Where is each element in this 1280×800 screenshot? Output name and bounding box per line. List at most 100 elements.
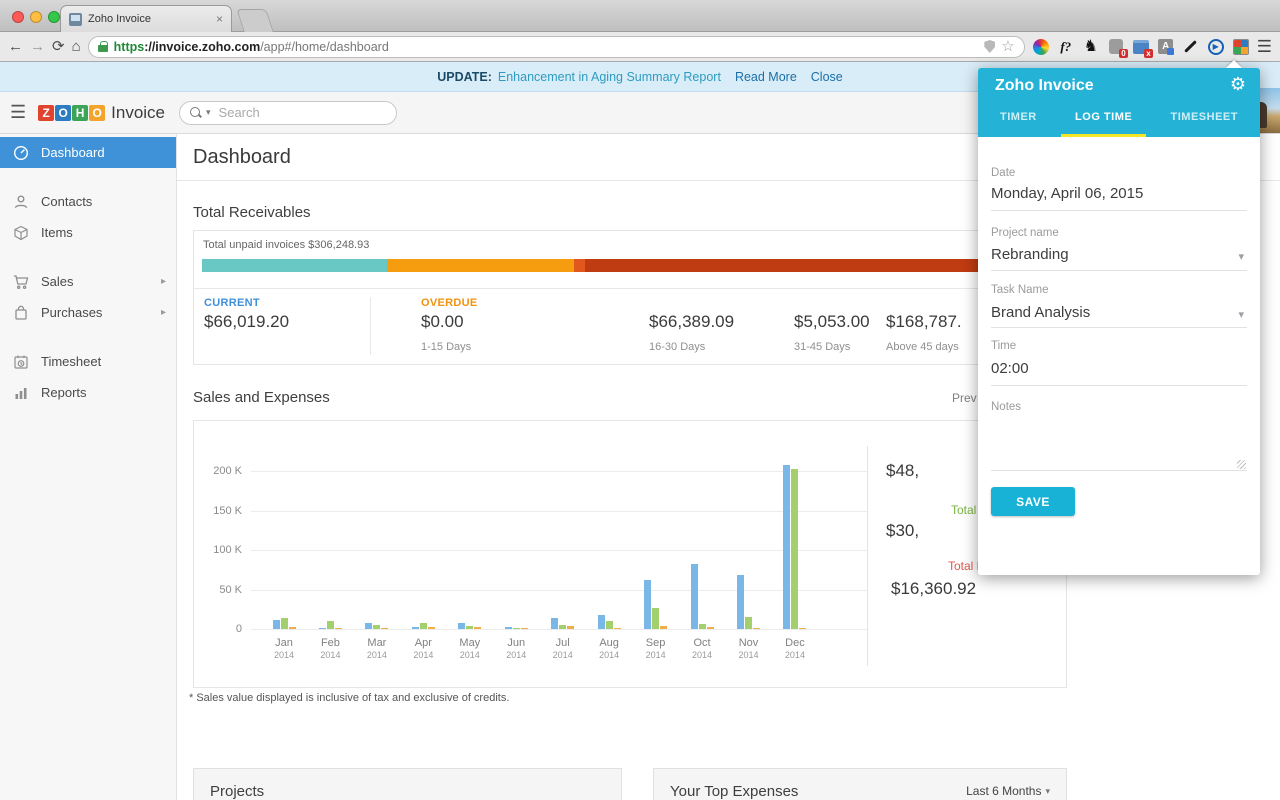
translate-extension-icon[interactable]: A bbox=[1157, 38, 1175, 56]
receivable-label: CURRENT bbox=[204, 297, 260, 309]
task-name-select[interactable]: Brand Analysis bbox=[991, 304, 1090, 321]
x-axis-label: Apr2014 bbox=[400, 637, 446, 661]
period-selector[interactable]: Prev bbox=[952, 391, 977, 405]
product-name: Invoice bbox=[111, 103, 165, 123]
address-bar[interactable]: https://invoice.zoho.com/app#/home/dashb… bbox=[88, 36, 1025, 58]
projects-card: Projects bbox=[193, 768, 622, 800]
play-extension-icon[interactable]: ▶ bbox=[1207, 38, 1225, 56]
home-button[interactable]: ⌂ bbox=[72, 39, 81, 54]
animal-extension-icon[interactable]: ♞ bbox=[1082, 38, 1100, 56]
logo-letter: O bbox=[89, 105, 105, 121]
chart-bar-sales-blue bbox=[644, 580, 651, 629]
receivable-range: Above 45 days bbox=[886, 341, 959, 353]
sidebar-nav: Dashboard Contacts Items Sales▸Purchases▸ Ti… bbox=[0, 134, 177, 800]
chart-bar-expenses-green bbox=[745, 617, 752, 629]
chart-bar-receipts-orange bbox=[799, 628, 806, 630]
browser-tab[interactable]: Zoho Invoice × bbox=[60, 5, 232, 32]
expenses-range-dropdown[interactable]: Last 6 Months▾ bbox=[966, 784, 1050, 798]
chart-gridline bbox=[251, 590, 867, 591]
popup-tab-timesheet[interactable]: TIMESHEET bbox=[1171, 111, 1238, 123]
gear-icon[interactable]: ⚙ bbox=[1230, 75, 1246, 93]
search-input[interactable]: ▾ Search bbox=[179, 101, 397, 125]
sidebar-item-label: Purchases bbox=[41, 305, 102, 320]
chart-bar-expenses-green bbox=[559, 625, 566, 629]
date-field[interactable]: Monday, April 06, 2015 bbox=[991, 185, 1143, 202]
chart-bar-sales-blue bbox=[551, 618, 558, 629]
update-message: Enhancement in Aging Summary Report bbox=[498, 70, 721, 84]
chart-bar-receipts-orange bbox=[335, 628, 342, 630]
bookmark-star-icon[interactable]: ☆ bbox=[1001, 39, 1014, 54]
function-extension-icon[interactable]: f? bbox=[1057, 38, 1075, 56]
search-scope-caret-icon[interactable]: ▾ bbox=[206, 107, 211, 118]
zoho-extension-icon[interactable] bbox=[1232, 38, 1250, 56]
sidebar-item-contacts[interactable]: Contacts bbox=[0, 186, 176, 217]
project-dropdown-caret-icon[interactable]: ▾ bbox=[1238, 250, 1244, 263]
ssl-lock-icon[interactable] bbox=[98, 41, 108, 52]
sidebar-item-reports[interactable]: Reports bbox=[0, 377, 176, 408]
chrome-menu-icon[interactable]: ☰ bbox=[1257, 38, 1272, 55]
items-icon bbox=[12, 224, 29, 241]
chart-bar-sales-blue bbox=[783, 465, 790, 629]
resize-handle-icon[interactable] bbox=[1237, 460, 1246, 469]
chart-bar-expenses-green bbox=[699, 624, 706, 629]
chart-bar-receipts-orange bbox=[567, 626, 574, 629]
chart-bar-sales-blue bbox=[273, 620, 280, 629]
tab-close-icon[interactable]: × bbox=[216, 12, 223, 26]
x-axis-label: Feb2014 bbox=[307, 637, 353, 661]
window-extension-icon[interactable]: x bbox=[1132, 38, 1150, 56]
aging-bar-segment bbox=[202, 259, 387, 272]
popup-anchor-arrow bbox=[1226, 60, 1242, 68]
badge-x: x bbox=[1144, 49, 1152, 58]
contacts-icon bbox=[12, 193, 29, 210]
date-label: Date bbox=[991, 167, 1015, 179]
task-dropdown-caret-icon[interactable]: ▾ bbox=[1238, 308, 1244, 321]
sidebar-item-items[interactable]: Items bbox=[0, 217, 176, 248]
receivable-amount: $168,787. bbox=[886, 312, 962, 332]
x-axis-label: Jun2014 bbox=[493, 637, 539, 661]
chart-bar-sales-blue bbox=[412, 627, 419, 629]
sidebar-toggle-icon[interactable]: ☰ bbox=[10, 102, 26, 123]
bag-extension-icon[interactable]: 0 bbox=[1107, 38, 1125, 56]
logo-letter: H bbox=[72, 105, 88, 121]
popup-header: Zoho Invoice ⚙ TIMERLOG TIMETIMESHEET bbox=[978, 68, 1260, 137]
sidebar-item-sales[interactable]: Sales▸ bbox=[0, 266, 176, 297]
x-axis-label: Nov2014 bbox=[726, 637, 772, 661]
close-notification-link[interactable]: Close bbox=[811, 70, 843, 84]
time-field[interactable]: 02:00 bbox=[991, 360, 1029, 377]
read-more-link[interactable]: Read More bbox=[735, 70, 797, 84]
save-button[interactable]: SAVE bbox=[991, 487, 1075, 516]
chart-bar-expenses-green bbox=[606, 621, 613, 629]
search-placeholder: Search bbox=[219, 105, 260, 120]
chart-bar-receipts-orange bbox=[753, 628, 760, 630]
url-text[interactable]: https://invoice.zoho.com/app#/home/dashb… bbox=[114, 40, 979, 54]
close-window-button[interactable] bbox=[12, 11, 24, 23]
project-name-select[interactable]: Rebranding bbox=[991, 246, 1069, 263]
y-axis-tick: 150 K bbox=[202, 505, 242, 517]
notes-textarea[interactable] bbox=[991, 470, 1247, 471]
sidebar-item-timesheet[interactable]: Timesheet bbox=[0, 346, 176, 377]
new-tab-button[interactable] bbox=[236, 9, 273, 32]
chart-bar-receipts-orange bbox=[289, 627, 296, 629]
color-wheel-extension-icon[interactable] bbox=[1032, 38, 1050, 56]
content-shield-icon[interactable] bbox=[984, 40, 995, 53]
back-button[interactable]: ← bbox=[8, 39, 23, 54]
chart-bar-expenses-green bbox=[791, 469, 798, 629]
task-name-label: Task Name bbox=[991, 284, 1049, 296]
chart-bar-expenses-green bbox=[373, 625, 380, 629]
minimize-window-button[interactable] bbox=[30, 11, 42, 23]
popup-tabs: TIMER LOG TIME TIMESHEET bbox=[978, 111, 1260, 123]
receivable-range: 31-45 Days bbox=[794, 341, 850, 353]
sidebar-item-purchases[interactable]: Purchases▸ bbox=[0, 297, 176, 328]
eyedropper-extension-icon[interactable] bbox=[1182, 38, 1200, 56]
search-icon bbox=[190, 107, 202, 119]
forward-button[interactable]: → bbox=[30, 39, 45, 54]
reload-button[interactable]: ⟳ bbox=[52, 39, 65, 54]
chart-gridline bbox=[251, 471, 867, 472]
popup-tab-log-time[interactable]: LOG TIME bbox=[1075, 111, 1132, 123]
sidebar-item-label: Contacts bbox=[41, 194, 92, 209]
zoom-window-button[interactable] bbox=[48, 11, 60, 23]
popup-tab-timer[interactable]: TIMER bbox=[1000, 111, 1037, 123]
chart-bar-expenses-green bbox=[466, 626, 473, 629]
sidebar-item-dashboard[interactable]: Dashboard bbox=[0, 137, 176, 168]
sales-icon bbox=[12, 273, 29, 290]
